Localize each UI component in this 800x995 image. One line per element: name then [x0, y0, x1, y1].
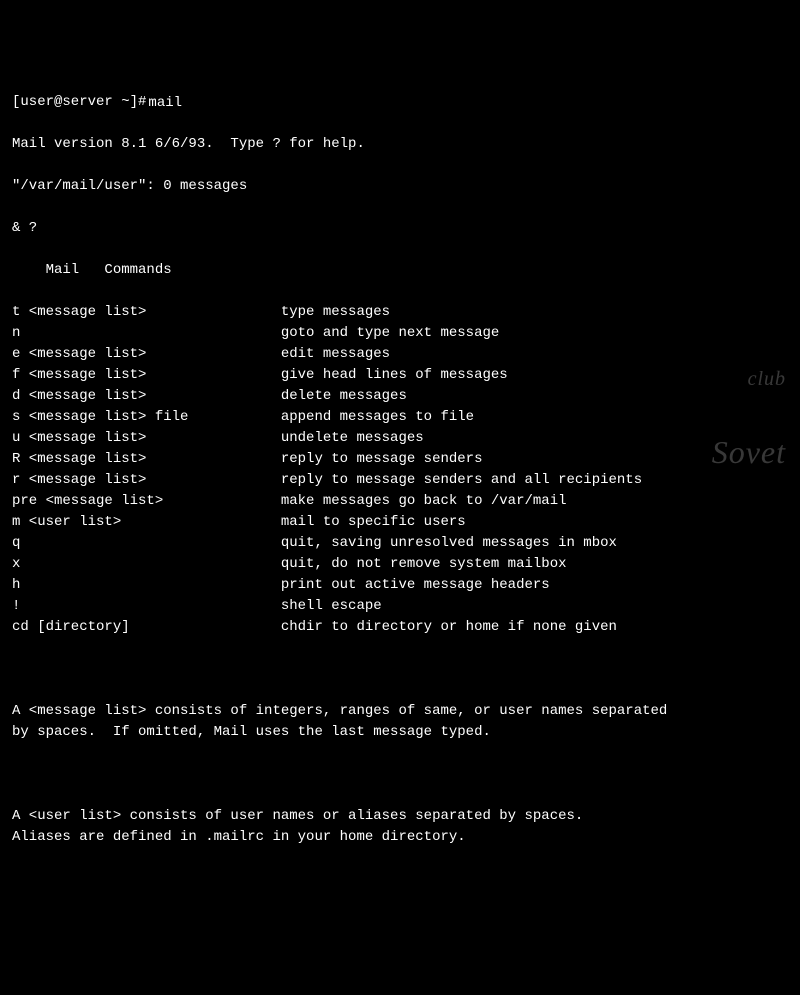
command-row: m <user list> mail to specific users: [12, 512, 788, 533]
command-key: u <message list>: [12, 430, 281, 446]
command-row: q quit, saving unresolved messages in mb…: [12, 533, 788, 554]
footer-paragraph-1: A <message list> consists of integers, r…: [12, 701, 788, 743]
command-row: R <message list> reply to message sender…: [12, 449, 788, 470]
mail-prompt: & ?: [12, 218, 788, 239]
command-list: t <message list> type messagesn goto and…: [12, 302, 788, 638]
footer-paragraph-2: A <user list> consists of user names or …: [12, 806, 788, 848]
command-row: x quit, do not remove system mailbox: [12, 554, 788, 575]
command-description: make messages go back to /var/mail: [281, 493, 567, 509]
command-key: m <user list>: [12, 514, 281, 530]
command-description: quit, saving unresolved messages in mbox: [281, 535, 617, 551]
command-description: edit messages: [281, 346, 390, 362]
command-description: type messages: [281, 304, 390, 320]
command-key: pre <message list>: [12, 493, 281, 509]
command-row: ! shell escape: [12, 596, 788, 617]
command-row: r <message list> reply to message sender…: [12, 470, 788, 491]
command-description: mail to specific users: [281, 514, 466, 530]
command-key: q: [12, 535, 281, 551]
command-description: give head lines of messages: [281, 367, 508, 383]
blank-line: [12, 659, 788, 680]
command-description: append messages to file: [281, 409, 474, 425]
command-row: h print out active message headers: [12, 575, 788, 596]
command-key: t <message list>: [12, 304, 281, 320]
blank-line: [12, 764, 788, 785]
command-key: s <message list> file: [12, 409, 281, 425]
command-row: d <message list> delete messages: [12, 386, 788, 407]
command-input[interactable]: [148, 92, 325, 113]
command-key: r <message list>: [12, 472, 281, 488]
command-row: pre <message list> make messages go back…: [12, 491, 788, 512]
command-key: f <message list>: [12, 367, 281, 383]
command-description: reply to message senders: [281, 451, 483, 467]
command-row: cd [directory] chdir to directory or hom…: [12, 617, 788, 638]
command-row: t <message list> type messages: [12, 302, 788, 323]
command-row: n goto and type next message: [12, 323, 788, 344]
command-key: h: [12, 577, 281, 593]
mailbox-status: "/var/mail/user": 0 messages: [12, 176, 788, 197]
command-key: d <message list>: [12, 388, 281, 404]
columns-header: Mail Commands: [12, 260, 788, 281]
command-key: R <message list>: [12, 451, 281, 467]
command-description: chdir to directory or home if none given: [281, 619, 617, 635]
command-row: e <message list> edit messages: [12, 344, 788, 365]
shell-prompt-line: [user@server ~]#: [12, 92, 788, 113]
command-key: e <message list>: [12, 346, 281, 362]
command-key: n: [12, 325, 281, 341]
command-description: reply to message senders and all recipie…: [281, 472, 642, 488]
version-line: Mail version 8.1 6/6/93. Type ? for help…: [12, 134, 788, 155]
command-description: goto and type next message: [281, 325, 499, 341]
command-key: cd [directory]: [12, 619, 281, 635]
command-description: quit, do not remove system mailbox: [281, 556, 567, 572]
command-row: f <message list> give head lines of mess…: [12, 365, 788, 386]
command-row: s <message list> file append messages to…: [12, 407, 788, 428]
command-description: delete messages: [281, 388, 407, 404]
command-description: shell escape: [281, 598, 382, 614]
command-description: print out active message headers: [281, 577, 550, 593]
shell-prompt: [user@server ~]#: [12, 92, 146, 113]
command-key: !: [12, 598, 281, 614]
command-key: x: [12, 556, 281, 572]
command-row: u <message list> undelete messages: [12, 428, 788, 449]
command-description: undelete messages: [281, 430, 424, 446]
